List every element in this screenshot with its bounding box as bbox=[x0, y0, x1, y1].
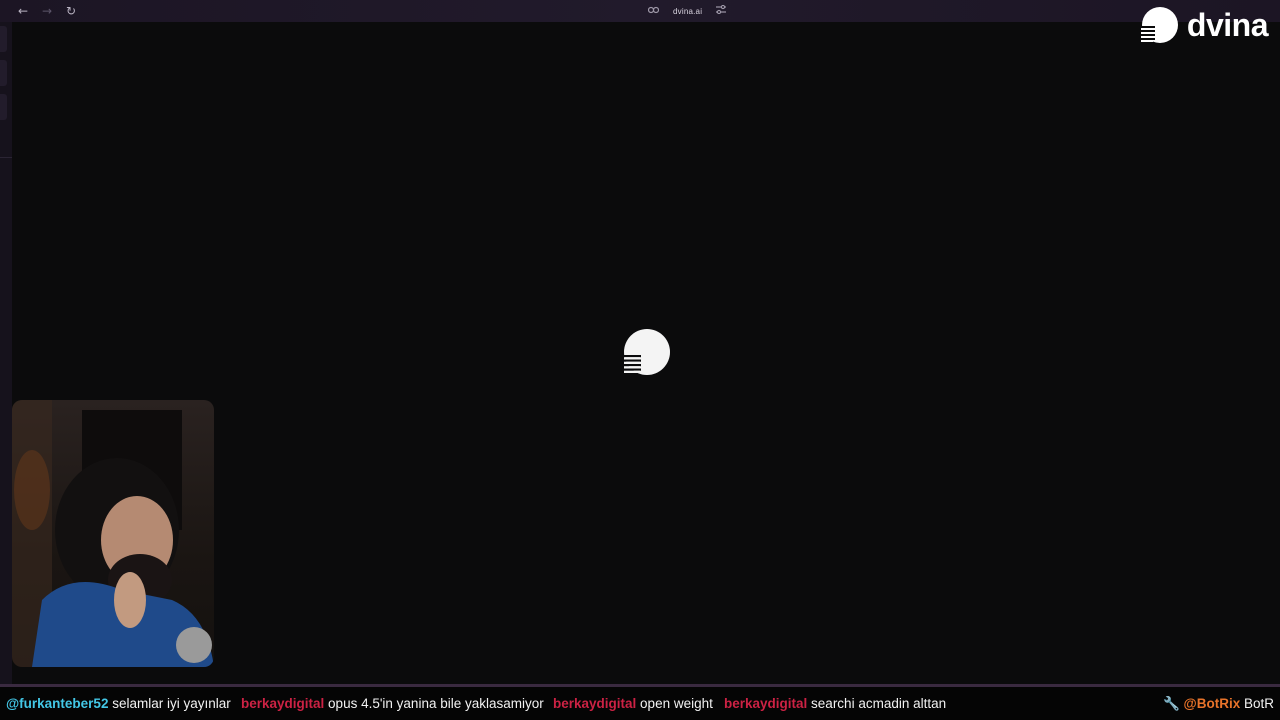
chat-message: berkaydigital opus 4.5'in yanina bile ya… bbox=[241, 687, 544, 720]
chat-username: berkaydigital bbox=[724, 696, 808, 711]
sidebar-divider bbox=[0, 157, 12, 158]
chat-message: berkaydigital open weight bbox=[553, 687, 713, 720]
wrench-icon: 🔧 bbox=[1162, 696, 1180, 712]
sidebar-tab[interactable] bbox=[0, 60, 7, 86]
brand-logo: dvina bbox=[1140, 6, 1269, 44]
link-icon[interactable] bbox=[647, 6, 660, 17]
dvina-logo-icon bbox=[1140, 7, 1178, 43]
streamer-webcam bbox=[12, 400, 214, 667]
chat-ticker: @furkanteber52 selamlar iyi yayınlar ber… bbox=[0, 687, 1280, 720]
dvina-loading-icon bbox=[623, 329, 671, 382]
reload-icon[interactable]: ↻ bbox=[63, 3, 79, 19]
chat-text: selamlar iyi yayınlar bbox=[112, 696, 231, 711]
url-text[interactable]: dvina.ai bbox=[673, 7, 702, 16]
sliders-icon[interactable] bbox=[716, 4, 727, 17]
chat-text: open weight bbox=[640, 696, 713, 711]
chat-text: searchi acmadin alttan bbox=[811, 696, 947, 711]
back-arrow-icon[interactable]: ← bbox=[15, 3, 31, 19]
browser-toolbar: ← → ↻ dvina.ai bbox=[0, 0, 1280, 22]
chat-text: opus 4.5'in yanina bile yaklasamiyor bbox=[328, 696, 544, 711]
chat-username: @furkanteber52 bbox=[6, 696, 109, 711]
brand-name: dvina bbox=[1186, 6, 1269, 43]
chat-message: @furkanteber52 selamlar iyi yayınlar bbox=[6, 687, 231, 720]
sidebar-tab[interactable] bbox=[0, 94, 7, 120]
bot-message: 🔧 @BotRix BotR bbox=[1163, 687, 1274, 720]
bot-username: @BotRix bbox=[1183, 696, 1241, 711]
address-bar[interactable]: dvina.ai bbox=[647, 3, 727, 19]
sidebar bbox=[0, 22, 12, 684]
chat-message: berkaydigital searchi acmadin alttan bbox=[724, 687, 946, 720]
sidebar-tab[interactable] bbox=[0, 26, 7, 52]
chat-username: berkaydigital bbox=[553, 696, 637, 711]
forward-arrow-icon[interactable]: → bbox=[39, 3, 55, 19]
chat-username: berkaydigital bbox=[241, 696, 325, 711]
bot-text: BotR bbox=[1243, 696, 1274, 711]
